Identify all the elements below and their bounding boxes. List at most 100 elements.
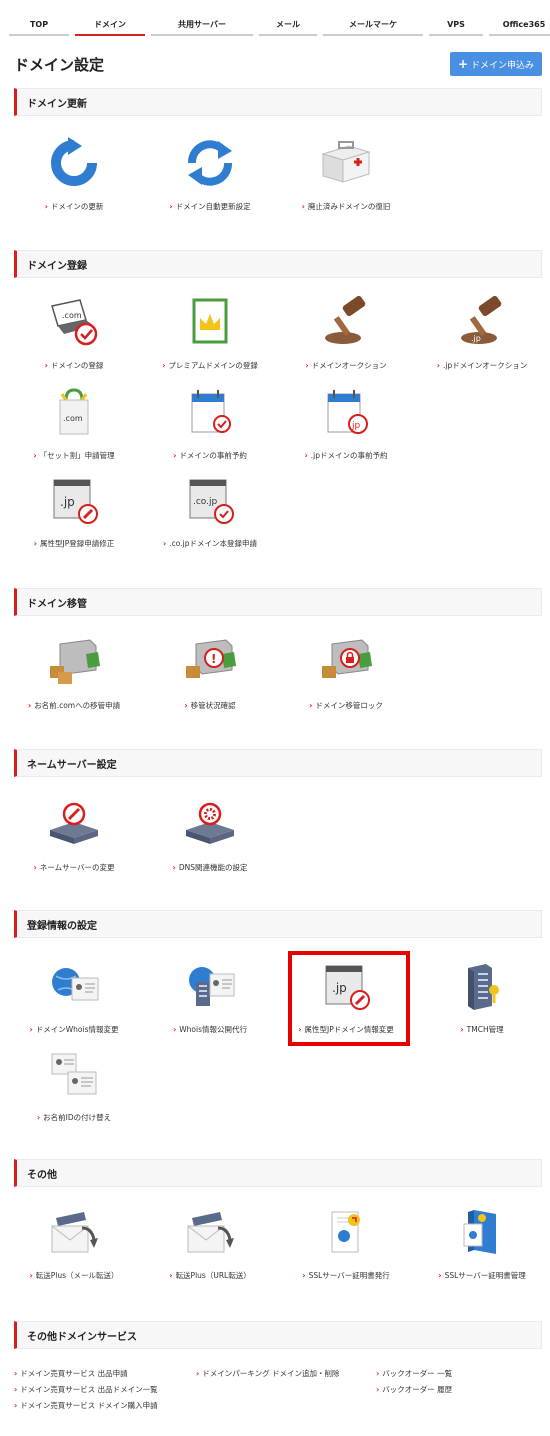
whois-change-item[interactable]: › ドメインWhois情報変更 [6, 956, 142, 1035]
item-label: プレミアムドメインの登録 [168, 361, 258, 370]
tab-office365[interactable]: Office365 [489, 14, 550, 36]
link-label: ドメイン売買サービス ドメイン購入申請 [20, 1401, 158, 1410]
link-backorder-history[interactable]: › バックオーダー 履歴 [376, 1384, 452, 1395]
section-other-header: その他 [14, 1159, 542, 1187]
chevron-right-icon: › [302, 1271, 306, 1280]
chevron-right-icon: › [184, 701, 188, 710]
id-cards-icon [44, 1044, 104, 1104]
cojp-check-icon: .co.jp [180, 470, 240, 530]
link-domain-sale-purchase[interactable]: › ドメイン売買サービス ドメイン購入申請 [14, 1400, 158, 1411]
item-label: 属性型JP登録申請修正 [40, 539, 115, 548]
pre-reserve-item[interactable]: › ドメインの事前予約 [142, 382, 278, 461]
renew-domain-item[interactable]: › ドメインの更新 [6, 133, 142, 212]
register-domain-item[interactable]: .com › ドメインの登録 [6, 292, 142, 371]
svg-text:.co.jp: .co.jp [193, 497, 218, 507]
item-label: 「セット割」申請管理 [39, 451, 115, 460]
tab-domain[interactable]: ドメイン [75, 14, 145, 36]
link-backorder-list[interactable]: › バックオーダー 一覧 [376, 1368, 452, 1379]
tab-shared-server[interactable]: 共用サーバー [151, 14, 253, 36]
chevron-right-icon: › [376, 1385, 380, 1394]
chevron-right-icon: › [36, 1113, 41, 1122]
item-label: お名前IDの付け替え [43, 1113, 112, 1122]
item-label: 転送Plus（メール転送） [35, 1271, 119, 1280]
chevron-right-icon: › [169, 1271, 173, 1280]
item-label: SSLサーバー証明書発行 [308, 1271, 390, 1280]
mail-forward-icon [44, 1202, 104, 1262]
first-aid-box-icon [316, 133, 376, 193]
domain-auction-item[interactable]: › ドメインオークション [278, 292, 414, 371]
link-domain-sale-listing[interactable]: › ドメイン売買サービス 出品申請 [14, 1368, 128, 1379]
chevron-right-icon: › [305, 361, 309, 370]
nameserver-change-item[interactable]: › ネームサーバーの変更 [6, 794, 142, 873]
section-register-header: ドメイン登録 [14, 250, 542, 278]
chevron-right-icon: › [436, 361, 441, 370]
item-label: ドメインオークション [311, 361, 387, 370]
section-renew-header: ドメイン更新 [14, 88, 542, 116]
tab-mail[interactable]: メール [259, 14, 317, 36]
item-label: .jpドメインの事前予約 [310, 451, 388, 460]
jp-domain-auction-item[interactable]: .jp › .jpドメインオークション [414, 292, 550, 371]
svg-text:!: ! [211, 652, 216, 666]
gavel-icon [316, 292, 376, 352]
renew-arrow-icon [44, 133, 104, 193]
svg-text:.jp: .jp [471, 334, 481, 343]
certificate-icon [316, 1202, 376, 1262]
item-label: ドメインの事前予約 [179, 451, 247, 460]
chevron-right-icon: › [33, 451, 37, 460]
section-transfer-header: ドメイン移管 [14, 588, 542, 616]
dns-settings-item[interactable]: › DNS関連機能の設定 [142, 794, 278, 873]
jp-pre-reserve-item[interactable]: jp › .jpドメインの事前予約 [278, 382, 414, 461]
section-other-services-header: その他ドメインサービス [14, 1321, 542, 1349]
laptop-check-icon: .com [44, 292, 104, 352]
ssl-issue-item[interactable]: › SSLサーバー証明書発行 [278, 1202, 414, 1281]
chevron-right-icon: › [169, 202, 173, 211]
cojp-register-item[interactable]: .co.jp › .co.jpドメイン本登録申請 [142, 470, 278, 549]
shopping-bag-icon: .com [44, 382, 104, 442]
tab-vps[interactable]: VPS [429, 14, 483, 36]
chevron-right-icon: › [33, 539, 38, 548]
jp-edit-icon: .jp [44, 470, 104, 530]
chevron-right-icon: › [27, 701, 32, 710]
svg-text:.com: .com [62, 311, 82, 320]
transfer-status-item[interactable]: ! › 移管状況確認 [142, 632, 278, 711]
attribute-jp-fix-item[interactable]: .jp › 属性型JP登録申請修正 [6, 470, 142, 549]
chevron-right-icon: › [438, 1271, 442, 1280]
server-gear-icon [180, 794, 240, 854]
tab-top[interactable]: TOP [9, 14, 69, 36]
premium-crown-icon [180, 292, 240, 352]
transfer-lock-item[interactable]: › ドメイン移管ロック [278, 632, 414, 711]
premium-domain-item[interactable]: › プレミアムドメインの登録 [142, 292, 278, 371]
link-domain-sale-list[interactable]: › ドメイン売買サービス 出品ドメイン一覧 [14, 1384, 158, 1395]
whois-proxy-item[interactable]: › Whois情報公開代行 [142, 956, 278, 1035]
truck-lock-icon [316, 632, 376, 692]
id-reassign-item[interactable]: › お名前IDの付け替え [6, 1044, 142, 1123]
link-label: ドメイン売買サービス 出品ドメイン一覧 [20, 1385, 158, 1394]
link-label: ドメインパーキング ドメイン追加・削除 [202, 1369, 340, 1378]
certificate-book-icon [452, 1202, 512, 1262]
highlight-frame [288, 951, 410, 1046]
item-label: ドメイン移管ロック [315, 701, 383, 710]
restore-domain-item[interactable]: › 廃止済みドメインの復旧 [278, 133, 414, 212]
apply-domain-button[interactable]: + ドメイン申込み [450, 52, 542, 76]
server-edit-icon [44, 794, 104, 854]
ssl-manage-item[interactable]: › SSLサーバー証明書管理 [414, 1202, 550, 1281]
chevron-right-icon: › [172, 863, 176, 872]
item-label: ドメインWhois情報変更 [35, 1025, 119, 1034]
set-discount-item[interactable]: .com › 「セット割」申請管理 [6, 382, 142, 461]
transfer-request-item[interactable]: › お名前.comへの移管申請 [6, 632, 142, 711]
link-label: ドメイン売買サービス 出品申請 [20, 1369, 128, 1378]
item-label: ネームサーバーの変更 [39, 863, 115, 872]
forward-mail-item[interactable]: › 転送Plus（メール転送） [6, 1202, 142, 1281]
tmch-item[interactable]: › TMCH管理 [414, 956, 550, 1035]
svg-text:.jp: .jp [60, 495, 75, 509]
link-domain-parking[interactable]: › ドメインパーキング ドメイン追加・削除 [196, 1368, 339, 1379]
calendar-check-icon [180, 382, 240, 442]
forward-url-item[interactable]: › 転送Plus（URL転送） [142, 1202, 278, 1281]
auto-renew-item[interactable]: › ドメイン自動更新設定 [142, 133, 278, 212]
svg-text:.com: .com [63, 414, 83, 423]
chevron-right-icon: › [309, 701, 313, 710]
item-label: .jpドメインオークション [443, 361, 528, 370]
top-nav: TOP ドメイン 共用サーバー メール メールマーケ VPS Office365 [6, 14, 550, 36]
tab-mail-marketing[interactable]: メールマーケ [323, 14, 423, 36]
chevron-right-icon: › [163, 539, 167, 548]
